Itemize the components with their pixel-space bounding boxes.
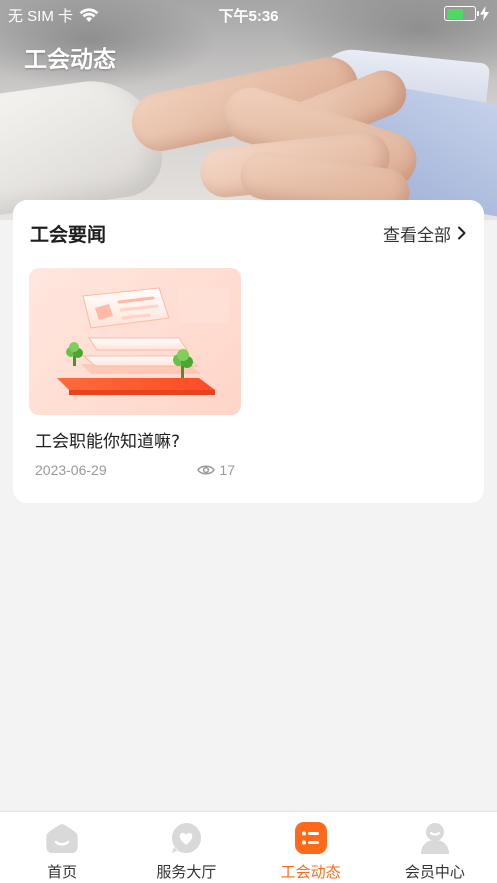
chevron-right-icon — [458, 226, 466, 240]
tab-member[interactable]: 会员中心 — [373, 812, 497, 883]
news-meta: 2023-06-29 17 — [35, 462, 235, 478]
tab-news[interactable]: 工会动态 — [249, 812, 373, 883]
news-title: 工会职能你知道嘛? — [35, 432, 181, 452]
news-list-icon — [294, 821, 328, 855]
tab-service-label: 服务大厅 — [156, 863, 217, 881]
hero-banner — [0, 0, 497, 220]
tab-home-label: 首页 — [47, 863, 78, 881]
tab-news-label: 工会动态 — [280, 863, 341, 881]
news-item[interactable]: 工会职能你知道嘛? 2023-06-29 17 — [29, 268, 241, 478]
member-icon — [418, 821, 452, 855]
home-icon — [45, 821, 79, 855]
news-date: 2023-06-29 — [35, 462, 107, 478]
view-count: 17 — [219, 462, 235, 478]
news-views: 17 — [197, 462, 235, 478]
section-title: 工会要闻 — [30, 223, 107, 246]
tab-home[interactable]: 首页 — [0, 812, 124, 883]
eye-icon — [197, 465, 216, 475]
news-card: 工会要闻 查看全部 工会职能你知道嘛? 2023-06-29 17 — [13, 200, 484, 503]
view-all-label: 查看全部 — [383, 225, 451, 246]
tab-service[interactable]: 服务大厅 — [124, 812, 248, 883]
battery-level — [446, 8, 463, 19]
battery-icon — [444, 6, 479, 21]
bottom-tab-bar: 首页 服务大厅 工会动态 会员中心 — [0, 811, 497, 883]
view-all-button[interactable]: 查看全部 — [383, 221, 467, 246]
page-title: 工会动态 — [24, 47, 116, 73]
status-time: 下午5:36 — [218, 8, 279, 25]
tab-member-label: 会员中心 — [404, 863, 465, 881]
status-bar: 无 SIM 卡 下午5:36 — [0, 0, 497, 28]
news-thumbnail — [29, 268, 241, 415]
news-card-header: 工会要闻 查看全部 — [30, 220, 467, 246]
news-illustration-icon — [39, 287, 229, 395]
service-icon — [169, 821, 203, 855]
charging-bolt-icon — [480, 6, 489, 21]
